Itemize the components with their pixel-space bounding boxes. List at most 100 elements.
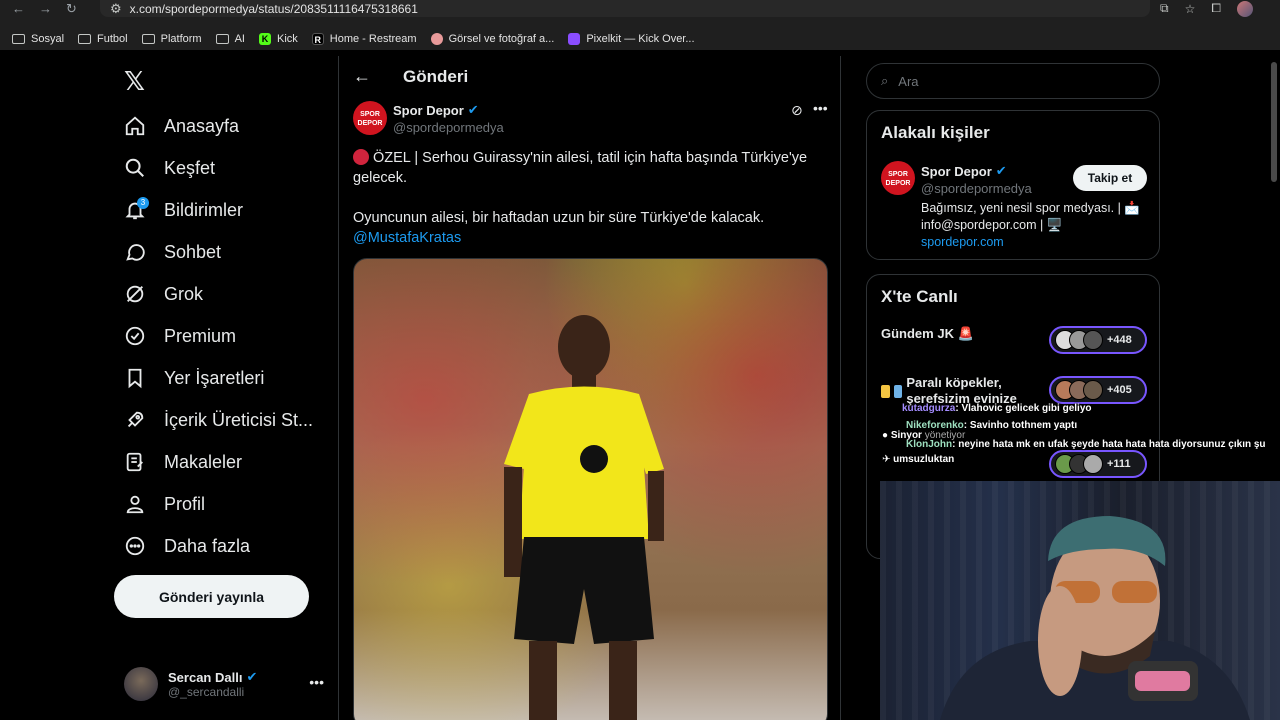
yellow-square-icon: [881, 384, 890, 398]
image-site-icon: [430, 33, 443, 45]
plane-icon: ✈: [882, 454, 891, 465]
follow-button[interactable]: Takip et: [1073, 165, 1147, 191]
bookmark-futbol[interactable]: Futbol: [78, 33, 128, 45]
nav-item-premium[interactable]: Premium: [124, 321, 236, 351]
live-row-1[interactable]: Gündem JK 🚨: [881, 326, 974, 342]
nav-item-home[interactable]: Anasayfa: [124, 111, 239, 141]
nav-item-profile[interactable]: Profil: [124, 489, 205, 519]
pixelkit-icon: [568, 33, 581, 45]
main-column: ← Gönderi SPOR DEPOR Spor Depor ✔ @spord…: [338, 56, 841, 720]
bookmark-sosyal[interactable]: Sosyal: [12, 33, 64, 45]
user-badge-icon: ●: [882, 430, 889, 441]
bookmark-kick[interactable]: K Kick: [258, 33, 298, 45]
mention-link[interactable]: @MustafaKratas: [353, 230, 461, 246]
bookmarks-bar: Sosyal Futbol Platform AI K Kick R Home - …: [0, 28, 1280, 50]
restream-icon: R: [311, 33, 324, 45]
bookmark-platform[interactable]: Platform: [141, 33, 202, 45]
scrollbar[interactable]: [1271, 62, 1277, 182]
bookmark-pixelkit[interactable]: Pixelkit — Kick Over...: [568, 33, 695, 45]
bookmark-icon: [128, 368, 142, 389]
install-app-icon[interactable]: ⧉: [1160, 1, 1169, 16]
nav-item-grok[interactable]: Grok: [124, 279, 203, 309]
grok-explain-icon[interactable]: ⊘: [791, 102, 803, 119]
avatar: [1083, 380, 1103, 400]
forward-arrow-icon[interactable]: →: [39, 1, 52, 17]
nav-item-explore[interactable]: Keşfet: [124, 153, 215, 183]
premium-icon: [125, 326, 145, 346]
articles-icon: [126, 452, 143, 472]
user-name: Sercan Dallı: [168, 669, 243, 685]
streamer-figure: [940, 516, 1250, 720]
nav-item-creator-studio[interactable]: İçerik Üreticisi St...: [124, 405, 313, 435]
post-button[interactable]: Gönderi yayınla: [114, 575, 309, 618]
reload-icon[interactable]: ↻: [66, 1, 77, 17]
player-figure: [504, 315, 664, 720]
more-icon: [125, 536, 145, 556]
profile-icon: [126, 495, 144, 514]
live-listeners-pill[interactable]: +111: [1049, 450, 1147, 478]
browser-chrome-strip: [0, 17, 1280, 28]
chat-message: KlonJohn: neyine hata mk en ufak şeyde h…: [906, 439, 1266, 450]
related-name[interactable]: Spor Depor: [921, 164, 992, 179]
page-title: Gönderi: [403, 66, 469, 86]
home-icon: [125, 116, 145, 136]
folder-icon: [215, 34, 229, 44]
more-options-icon[interactable]: •••: [309, 674, 324, 690]
nav-item-chat[interactable]: Sohbet: [124, 237, 221, 267]
page-header: ← Gönderi: [353, 66, 468, 87]
bookmark-image-site[interactable]: Görsel ve fotoğraf a...: [430, 33, 554, 45]
site-info-icon[interactable]: ⚙: [110, 1, 122, 17]
chat-icon: [126, 244, 145, 261]
live-title: X'te Canlı: [881, 287, 958, 306]
search-icon: [125, 158, 144, 177]
browser-nav-buttons: ← → ↻: [0, 1, 100, 17]
rocket-icon: [127, 411, 144, 428]
star-icon[interactable]: ☆: [1185, 2, 1196, 16]
avatar: [1083, 330, 1103, 350]
back-arrow-icon[interactable]: ←: [12, 1, 25, 17]
bio-link[interactable]: spordepor.com: [921, 234, 1151, 251]
folder-icon: [12, 34, 25, 44]
search-input[interactable]: ⌕ Ara: [866, 63, 1160, 99]
chat-message: ✈ umsuzluktan: [882, 454, 955, 465]
tweet-author-handle[interactable]: @spordepormedya: [393, 120, 504, 135]
browser-profile-avatar[interactable]: [1236, 0, 1253, 17]
nav-item-notifications[interactable]: 3 Bildirimler: [124, 195, 243, 225]
verified-badge-icon: ✔: [995, 163, 1007, 178]
webcam-overlay: [880, 481, 1280, 720]
avatar: [1083, 454, 1103, 474]
browser-address-bar: ← → ↻ ⚙ x.com/spordepormedya/status/2083…: [0, 0, 1280, 17]
search-icon: ⌕: [881, 73, 889, 88]
verified-badge-icon: ✔: [467, 102, 479, 117]
verified-badge-icon: ✔: [246, 669, 258, 684]
url-field[interactable]: ⚙ x.com/spordepormedya/status/2083511116…: [100, 0, 1150, 17]
related-avatar[interactable]: SPOR DEPOR: [881, 161, 915, 195]
bell-icon-wrap: 3: [124, 197, 149, 221]
live-listeners-pill[interactable]: +448: [1049, 326, 1147, 354]
related-handle: @spordepormedya: [921, 181, 1032, 196]
bookmark-ai[interactable]: AI: [215, 33, 245, 45]
nav-item-bookmarks[interactable]: Yer İşaretleri: [124, 363, 264, 393]
folder-icon: [141, 34, 155, 44]
related-title: Alakalı kişiler: [881, 123, 990, 142]
account-switcher[interactable]: Sercan Dallı ✔ @_sercandalli •••: [124, 664, 324, 704]
nav-item-articles[interactable]: Makaleler: [124, 447, 242, 477]
extensions-icon[interactable]: ⧠: [1211, 1, 1221, 16]
tweet-more-icon[interactable]: •••: [813, 100, 828, 116]
notification-badge: 3: [137, 197, 149, 209]
tweet-photo[interactable]: [353, 258, 828, 720]
nav-item-more[interactable]: Daha fazla: [124, 531, 250, 561]
tweet-author-name[interactable]: Spor Depor: [393, 103, 464, 118]
tweet-text: ÖZEL | Serhou Guirassy'nin ailesi, tatil…: [353, 149, 808, 246]
left-sidebar: 𝕏 Anasayfa Keşfet 3 Bildirimler Sohbet G…: [114, 56, 338, 720]
tweet-author-avatar[interactable]: SPOR DEPOR: [353, 101, 387, 135]
back-arrow-icon[interactable]: ←: [353, 66, 371, 87]
url-text: x.com/spordepormedya/status/208351111647…: [129, 1, 418, 16]
avatar: [124, 667, 158, 701]
kick-icon: K: [258, 33, 271, 45]
blue-square-icon: [893, 384, 903, 398]
browser-actions: ⧉ ☆ ⧠: [1160, 0, 1253, 17]
x-logo-icon[interactable]: 𝕏: [124, 66, 145, 97]
bookmark-restream[interactable]: R Home - Restream: [311, 33, 417, 45]
search-placeholder: Ara: [898, 73, 919, 89]
